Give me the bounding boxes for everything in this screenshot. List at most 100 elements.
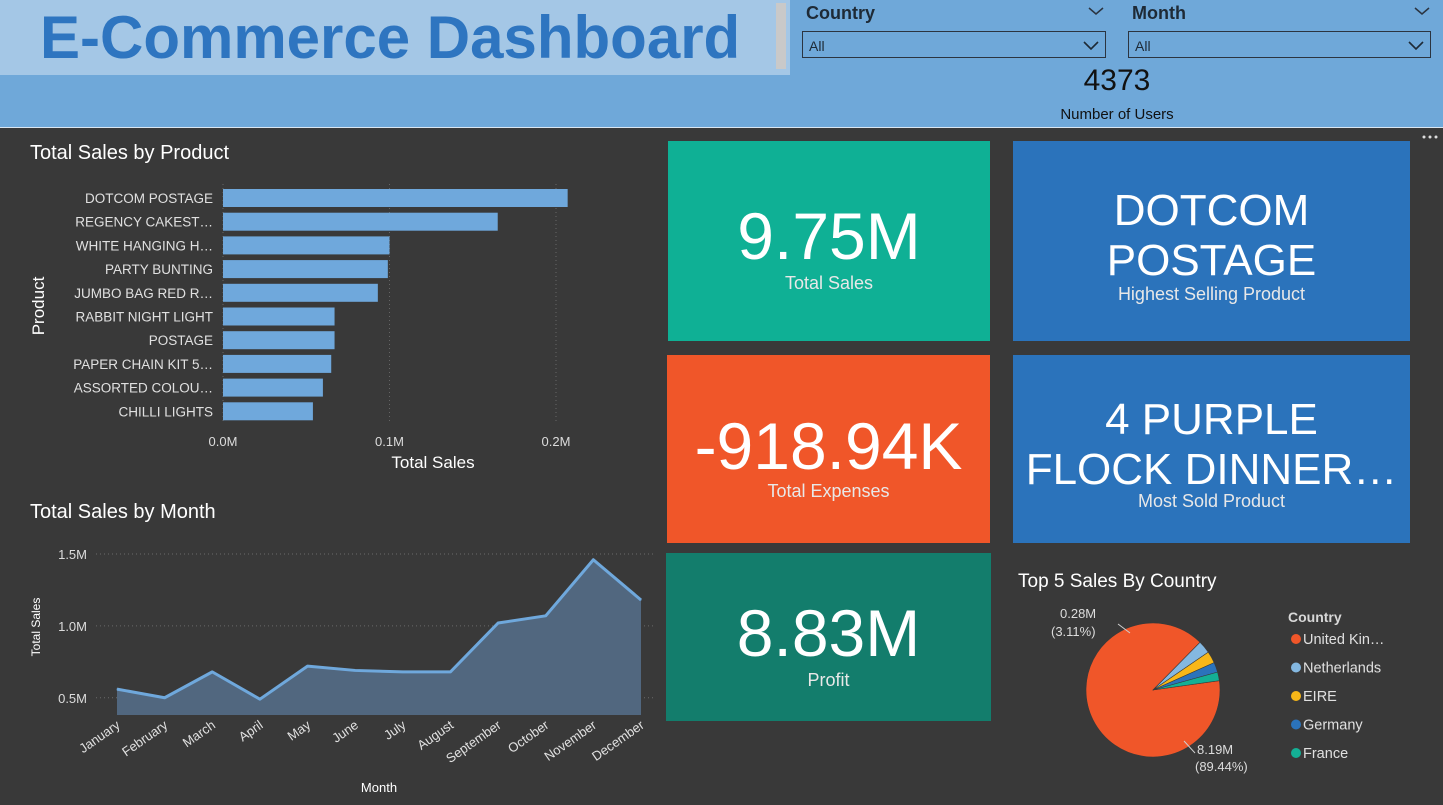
dashboard-canvas: E-Commerce Dashboard Country All Month A…	[0, 0, 1443, 805]
dashboard-title: E-Commerce Dashboard	[40, 4, 741, 71]
month-tick-label: March	[180, 717, 218, 750]
month-tick-label: December	[589, 717, 647, 764]
month-slicer-dropdown[interactable]: All	[1128, 31, 1431, 58]
legend-marker-3	[1291, 691, 1301, 701]
profit-label: Profit	[807, 670, 850, 690]
month-chart-title: Total Sales by Month	[30, 501, 216, 523]
data-point-september	[497, 622, 499, 624]
total-expenses-label: Total Expenses	[767, 481, 890, 501]
users-count-value: 4373	[1083, 64, 1151, 97]
bar-2	[223, 212, 498, 231]
most-sold-product-line2: FLOCK DINNER…	[1025, 445, 1398, 494]
data-point-february	[164, 697, 166, 699]
header-divider	[0, 127, 1443, 128]
data-point-november	[592, 559, 594, 561]
total-expenses-card[interactable]: -918.94K Total Expenses	[667, 355, 990, 543]
most-sold-product-card[interactable]: 4 PURPLE FLOCK DINNER… Most Sold Product	[1013, 355, 1410, 543]
more-options-icon[interactable]	[1420, 131, 1440, 145]
data-point-january	[116, 688, 118, 690]
category-label: ASSORTED COLOU…	[74, 381, 213, 396]
month-tick-label: November	[541, 717, 599, 764]
netherlands-data-pct: (3.11%)	[1051, 624, 1096, 639]
title-box: E-Commerce Dashboard	[0, 0, 790, 75]
title-scrollbar[interactable]	[776, 3, 786, 69]
month-slicer-label: Month	[1132, 3, 1186, 23]
legend-item-label: EIRE	[1303, 689, 1337, 705]
month-slicer-value: All	[1135, 38, 1151, 54]
highest-selling-product-line1: DOTCOM	[1113, 186, 1310, 235]
legend-item-label: Germany	[1303, 718, 1363, 734]
category-label: REGENCY CAKEST…	[75, 215, 213, 230]
product-bar-chart: 0.0M 0.1M 0.2M DOTCOM POSTAGE REGENCY CAKEST…	[29, 184, 571, 472]
y-axis-title: Product	[29, 276, 48, 335]
most-sold-product-line1: 4 PURPLE	[1105, 395, 1318, 444]
y-tick-label: 0.5M	[58, 691, 87, 706]
country-slicer-label: Country	[806, 3, 875, 23]
month-area-chart: 0.5M 1.0M 1.5M JanuaryFebruary March April May…	[29, 547, 655, 795]
x-tick-label: 0.0M	[209, 434, 238, 449]
data-point-october	[545, 615, 547, 617]
data-point-december	[640, 599, 642, 601]
y-tick-label: 1.5M	[58, 547, 87, 562]
highest-selling-product-card[interactable]: DOTCOM POSTAGE Highest Selling Product	[1013, 141, 1410, 341]
profit-value: 8.83M	[736, 596, 921, 670]
category-label: RABBIT NIGHT LIGHT	[75, 310, 213, 325]
bar-8	[223, 354, 332, 373]
legend-title: Country	[1288, 609, 1342, 625]
category-label: DOTCOM POSTAGE	[85, 191, 213, 206]
highest-selling-product-label: Highest Selling Product	[1117, 284, 1306, 304]
uk-data-value: 8.19M	[1197, 742, 1233, 757]
total-sales-card[interactable]: 9.75M Total Sales	[668, 141, 990, 341]
bar-9	[223, 378, 323, 397]
country-slicer-value: All	[809, 38, 825, 54]
month-tick-label: April	[236, 717, 266, 744]
legend-item-label: United Kin…	[1303, 632, 1384, 648]
month-tick-label: August	[414, 717, 456, 753]
month-tick-label: June	[329, 717, 361, 745]
bar-5	[223, 283, 378, 302]
legend-marker-1	[1291, 634, 1301, 644]
month-tick-label: January	[76, 717, 123, 756]
total-sales-value: 9.75M	[737, 199, 921, 273]
legend-marker-4	[1291, 719, 1301, 730]
area-fill	[117, 559, 641, 715]
data-point-august	[449, 671, 451, 673]
total-expenses-value: -918.94K	[694, 409, 963, 483]
bar-10	[223, 402, 313, 421]
most-sold-product-label: Most Sold Product	[1137, 491, 1286, 511]
netherlands-data-value: 0.28M	[1060, 606, 1096, 621]
data-point-april	[259, 698, 261, 700]
users-count-label: Number of Users	[1060, 106, 1174, 123]
total-sales-label: Total Sales	[784, 273, 874, 293]
bar-4	[223, 260, 388, 279]
month-tick-label: July	[381, 717, 409, 743]
x-tick-label: 0.2M	[542, 434, 571, 449]
country-pie-chart: 0.28M (3.11%) 8.19M (89.44%) Country United K…	[1051, 606, 1384, 774]
country-pie-title: Top 5 Sales By Country	[1018, 571, 1217, 592]
category-label: WHITE HANGING H…	[76, 238, 213, 253]
country-slicer-collapse-icon[interactable]	[1086, 2, 1106, 20]
category-label: PARTY BUNTING	[105, 262, 213, 277]
data-point-july	[402, 671, 404, 673]
chevron-down-icon	[1408, 41, 1424, 51]
legend-item-label: France	[1303, 746, 1348, 762]
bar-1	[223, 189, 568, 207]
data-point-may	[307, 665, 309, 667]
legend-marker-2	[1291, 662, 1301, 673]
profit-card[interactable]: 8.83M Profit	[666, 553, 991, 721]
category-label: POSTAGE	[149, 333, 213, 348]
month-slicer-collapse-icon[interactable]	[1412, 2, 1432, 20]
x-axis-title: Month	[361, 780, 397, 795]
bar-6	[223, 307, 335, 326]
month-tick-label: February	[119, 717, 171, 759]
month-tick-label: May	[285, 717, 314, 744]
bar-7	[223, 331, 335, 350]
category-label: PAPER CHAIN KIT 5…	[73, 357, 213, 372]
bar-3	[223, 236, 390, 255]
x-tick-label: 0.1M	[375, 434, 404, 449]
legend-item-label: Netherlands	[1303, 661, 1381, 677]
country-slicer-dropdown[interactable]: All	[802, 31, 1106, 58]
category-label: JUMBO BAG RED R…	[74, 286, 213, 301]
y-axis-title: Total Sales	[29, 598, 43, 657]
chevron-down-icon	[1083, 41, 1099, 51]
